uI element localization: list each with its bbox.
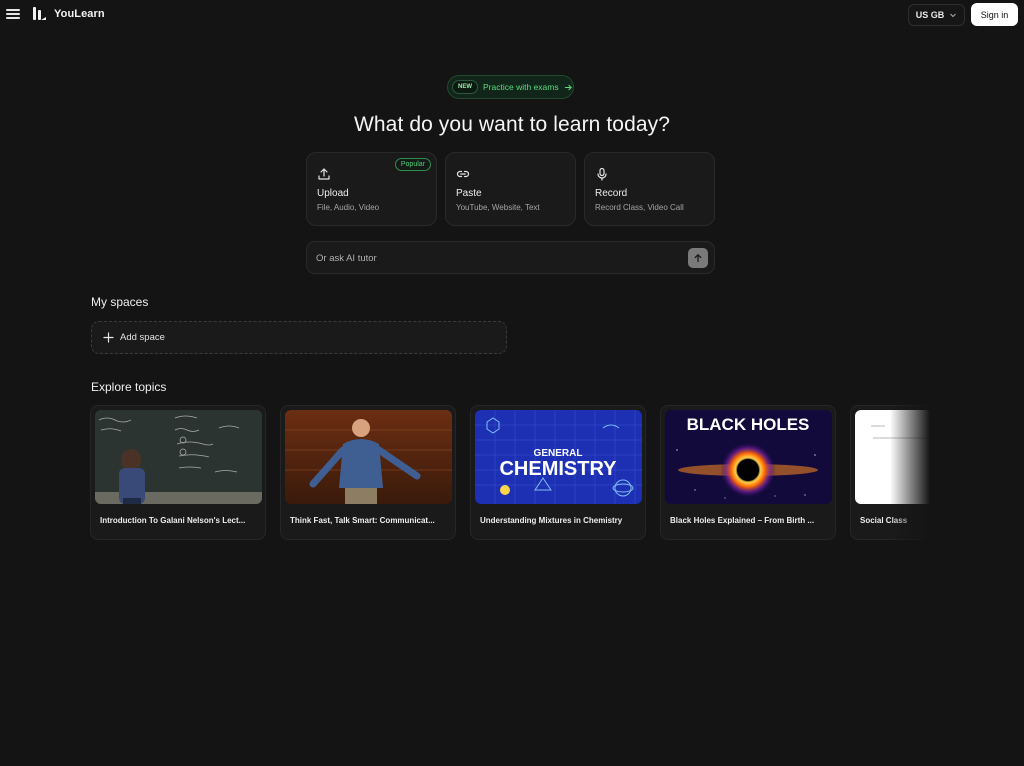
record-title: Record xyxy=(595,188,628,199)
chevron-down-icon xyxy=(950,13,957,18)
add-space-button[interactable]: Add space xyxy=(91,321,507,354)
sign-in-button[interactable]: Sign in xyxy=(971,3,1018,26)
paste-card[interactable]: Paste YouTube, Website, Text xyxy=(445,152,576,226)
plus-icon xyxy=(103,332,114,343)
youlearn-logo-icon xyxy=(33,7,46,20)
topic-title: Understanding Mixtures in Chemistry xyxy=(480,516,623,525)
topic-card[interactable]: Introduction To Galani Nelson's Lect... xyxy=(90,405,266,540)
popular-badge: Popular xyxy=(394,158,431,171)
topics-carousel: Introduction To Galani Nelson's Lect... xyxy=(90,405,930,541)
thumb-text-chemistry: CHEMISTRY xyxy=(499,458,617,480)
topic-card[interactable]: Think Fast, Talk Smart: Communicat... xyxy=(280,405,456,540)
paste-subtitle: YouTube, Website, Text xyxy=(456,203,540,212)
language-label: US GB xyxy=(915,10,945,20)
ask-ai-input[interactable] xyxy=(316,250,676,266)
new-badge: NEW xyxy=(452,80,478,94)
send-button[interactable] xyxy=(688,248,708,268)
my-spaces-heading: My spaces xyxy=(91,295,149,309)
topic-thumbnail xyxy=(285,410,452,504)
topic-card[interactable]: BLACK HOLES Black Holes Explained – From… xyxy=(660,405,836,540)
topic-title: Social Class xyxy=(860,516,908,525)
add-space-label: Add space xyxy=(120,332,165,343)
record-card[interactable]: Record Record Class, Video Call xyxy=(584,152,715,226)
topic-card[interactable]: GENERAL CHEMISTRY Understanding Mixtures… xyxy=(470,405,646,540)
topic-thumbnail: BLACK HOLES xyxy=(665,410,832,504)
thumb-text-black-holes: BLACK HOLES xyxy=(687,415,810,434)
app-root: YouLearn US GB Sign in NEW Practice with… xyxy=(0,0,1024,766)
arrow-up-icon xyxy=(694,254,702,263)
topic-thumbnail xyxy=(855,410,930,504)
upload-card[interactable]: Popular Upload File, Audio, Video xyxy=(306,152,437,226)
brand[interactable]: YouLearn xyxy=(32,6,105,22)
promo-text: Practice with exams xyxy=(483,82,559,92)
brand-name: YouLearn xyxy=(54,8,105,20)
upload-subtitle: File, Audio, Video xyxy=(317,203,380,212)
topic-title: Think Fast, Talk Smart: Communicat... xyxy=(290,516,435,525)
record-subtitle: Record Class, Video Call xyxy=(595,203,684,212)
language-selector[interactable]: US GB xyxy=(908,4,965,26)
paste-title: Paste xyxy=(456,188,482,199)
ask-ai-box xyxy=(306,241,715,274)
topic-title: Introduction To Galani Nelson's Lect... xyxy=(100,516,246,525)
practice-exams-pill[interactable]: NEW Practice with exams xyxy=(447,75,574,99)
explore-topics-heading: Explore topics xyxy=(91,380,167,394)
arrow-right-icon xyxy=(564,84,572,90)
topic-card[interactable]: Social Class xyxy=(850,405,930,540)
topic-thumbnail: GENERAL CHEMISTRY xyxy=(475,410,642,504)
microphone-icon xyxy=(597,167,607,181)
upload-icon xyxy=(318,168,330,180)
topic-thumbnail xyxy=(95,410,262,504)
link-icon xyxy=(456,170,470,178)
hamburger-menu-icon[interactable] xyxy=(6,7,20,21)
topic-title: Black Holes Explained – From Birth ... xyxy=(670,516,815,525)
page-title: What do you want to learn today? xyxy=(353,113,671,136)
top-bar: YouLearn US GB Sign in xyxy=(0,0,1024,30)
upload-title: Upload xyxy=(317,188,349,199)
